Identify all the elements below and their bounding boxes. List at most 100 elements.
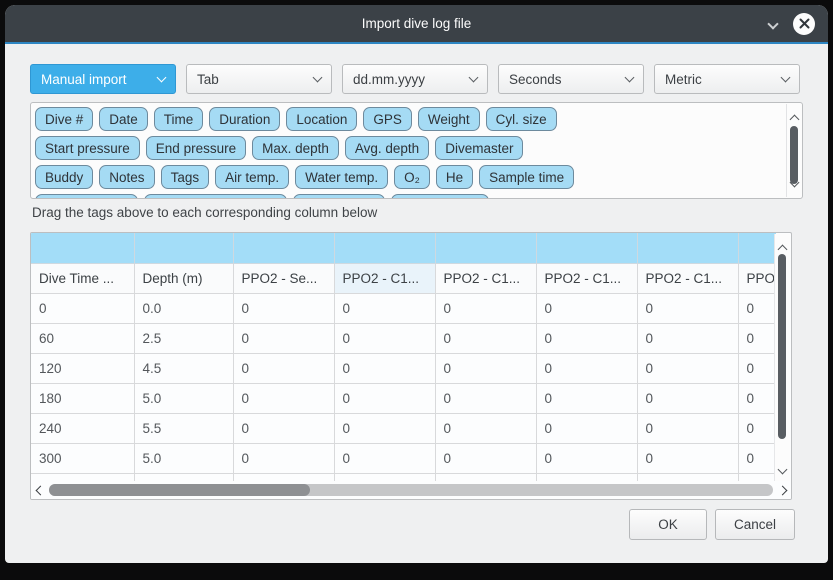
tag-sample-depth[interactable]: Sample depth bbox=[35, 194, 138, 198]
tag-weight[interactable]: Weight bbox=[418, 107, 480, 131]
table-row: 2405.5000000 bbox=[31, 413, 776, 443]
scroll-down-icon[interactable] bbox=[791, 173, 798, 191]
table-vertical-scrollbar[interactable] bbox=[774, 234, 790, 482]
combo-value: Manual import bbox=[41, 72, 158, 87]
ok-button[interactable]: OK bbox=[629, 509, 707, 540]
combo-value: Tab bbox=[197, 72, 314, 87]
tag-buddy[interactable]: Buddy bbox=[35, 165, 93, 189]
x-glyph bbox=[799, 18, 810, 29]
tag-duration[interactable]: Duration bbox=[209, 107, 280, 131]
body-cell: 5.5 bbox=[134, 413, 233, 443]
tag-he[interactable]: He bbox=[436, 165, 473, 189]
body-cell: 0.0 bbox=[134, 293, 233, 323]
combo-duration-format[interactable]: Seconds bbox=[498, 64, 644, 94]
body-cell: 60 bbox=[31, 323, 134, 353]
tag-air-temp[interactable]: Air temp. bbox=[215, 165, 289, 189]
tag-max-depth[interactable]: Max. depth bbox=[252, 136, 339, 160]
body-cell: 0 bbox=[334, 353, 435, 383]
close-icon[interactable] bbox=[793, 13, 815, 35]
tag-sample-po[interactable]: Sample pO₂ bbox=[293, 194, 386, 198]
combo-import-mode[interactable]: Manual import bbox=[30, 64, 176, 94]
column-drop-target[interactable] bbox=[536, 233, 637, 263]
body-cell: 0 bbox=[435, 413, 536, 443]
tag-o[interactable]: O₂ bbox=[394, 165, 430, 189]
header-cell: PPO2 - C1... bbox=[536, 263, 637, 293]
column-drop-target[interactable] bbox=[31, 233, 134, 263]
scroll-down-icon[interactable] bbox=[779, 460, 786, 478]
body-cell: 0 bbox=[334, 293, 435, 323]
tag-location[interactable]: Location bbox=[286, 107, 357, 131]
tag-tags[interactable]: Tags bbox=[161, 165, 210, 189]
tag-sample-time[interactable]: Sample time bbox=[479, 165, 574, 189]
column-drop-target[interactable] bbox=[134, 233, 233, 263]
body-cell: 0 bbox=[31, 293, 134, 323]
body-cell: 0 bbox=[233, 383, 334, 413]
column-drop-target[interactable] bbox=[637, 233, 738, 263]
body-cell: 0 bbox=[738, 323, 776, 353]
table-horizontal-scrollbar[interactable] bbox=[31, 481, 791, 499]
tag-time[interactable]: Time bbox=[154, 107, 204, 131]
chevron-down-icon[interactable] bbox=[769, 15, 777, 33]
tag-avg-depth[interactable]: Avg. depth bbox=[345, 136, 429, 160]
tag-cyl-size[interactable]: Cyl. size bbox=[486, 107, 557, 131]
body-cell: 0 bbox=[334, 383, 435, 413]
body-cell: 0 bbox=[233, 353, 334, 383]
column-drop-target[interactable] bbox=[738, 233, 776, 263]
table-row: 1805.0000000 bbox=[31, 383, 776, 413]
tag-sample-temperature[interactable]: Sample temperature bbox=[144, 194, 286, 198]
header-cell: PPO2 - C1... bbox=[435, 263, 536, 293]
combo-row: Manual import Tab dd.mm.yyyy Seconds Metric bbox=[30, 64, 800, 94]
tag-notes[interactable]: Notes bbox=[99, 165, 154, 189]
body-cell: 0 bbox=[233, 443, 334, 473]
scroll-left-icon[interactable] bbox=[31, 487, 49, 494]
tag-gps[interactable]: GPS bbox=[363, 107, 412, 131]
column-drop-target[interactable] bbox=[334, 233, 435, 263]
body-cell: 2.5 bbox=[134, 323, 233, 353]
column-drop-target[interactable] bbox=[435, 233, 536, 263]
tag-date[interactable]: Date bbox=[99, 107, 148, 131]
body-cell: 120 bbox=[31, 353, 134, 383]
scroll-right-icon[interactable] bbox=[773, 487, 791, 494]
table-row: 1204.5000000 bbox=[31, 353, 776, 383]
hscroll-track[interactable] bbox=[49, 484, 773, 496]
body-cell: 0 bbox=[738, 443, 776, 473]
import-dialog: Import dive log file Manual import Tab dd.… bbox=[5, 5, 828, 563]
tags-scrollbar[interactable] bbox=[786, 104, 801, 197]
preview-table: Dive Time ...Depth (m)PPO2 - Se...PPO2 -… bbox=[31, 233, 776, 483]
tag-water-temp[interactable]: Water temp. bbox=[295, 165, 388, 189]
combo-units[interactable]: Metric bbox=[654, 64, 800, 94]
combo-value: Metric bbox=[665, 72, 782, 87]
header-cell: Dive Time ... bbox=[31, 263, 134, 293]
tag-start-pressure[interactable]: Start pressure bbox=[35, 136, 140, 160]
table-row: 602.5000000 bbox=[31, 323, 776, 353]
body-cell: 0 bbox=[637, 293, 738, 323]
combo-value: Seconds bbox=[509, 72, 626, 87]
drag-instruction: Drag the tags above to each correspondin… bbox=[32, 205, 377, 220]
body-cell: 0 bbox=[233, 413, 334, 443]
column-drop-target[interactable] bbox=[233, 233, 334, 263]
body-cell: 0 bbox=[536, 383, 637, 413]
cancel-button[interactable]: Cancel bbox=[715, 509, 795, 540]
body-cell: 0 bbox=[435, 293, 536, 323]
hscroll-thumb[interactable] bbox=[49, 484, 310, 496]
body-cell: 0 bbox=[233, 293, 334, 323]
tag-dive[interactable]: Dive # bbox=[35, 107, 93, 131]
tag-row: BuddyNotes TagsAir temp.Water temp.O₂HeSa… bbox=[35, 165, 784, 189]
table-scrollbar-thumb[interactable] bbox=[778, 254, 786, 439]
titlebar[interactable]: Import dive log file bbox=[5, 5, 828, 42]
preview-table-frame: Dive Time ...Depth (m)PPO2 - Se...PPO2 -… bbox=[30, 232, 792, 500]
body-cell: 5.0 bbox=[134, 443, 233, 473]
tags-box: Dive #DateTimeDurationLocationGPSWeightC… bbox=[30, 102, 803, 199]
body-cell: 0 bbox=[738, 383, 776, 413]
combo-date-format[interactable]: dd.mm.yyyy bbox=[342, 64, 488, 94]
tag-row: Start pressureEnd pressureMax. depthAvg.… bbox=[35, 136, 784, 160]
tag-divemaster[interactable]: Divemaster bbox=[435, 136, 523, 160]
body-cell: 0 bbox=[233, 323, 334, 353]
combo-field-separator[interactable]: Tab bbox=[186, 64, 332, 94]
body-cell: 0 bbox=[637, 413, 738, 443]
header-cell: PPO2 - C1... bbox=[334, 263, 435, 293]
tag-sample-cns[interactable]: Sample CNS bbox=[391, 194, 489, 198]
body-cell: 300 bbox=[31, 443, 134, 473]
body-cell: 240 bbox=[31, 413, 134, 443]
tag-end-pressure[interactable]: End pressure bbox=[146, 136, 246, 160]
